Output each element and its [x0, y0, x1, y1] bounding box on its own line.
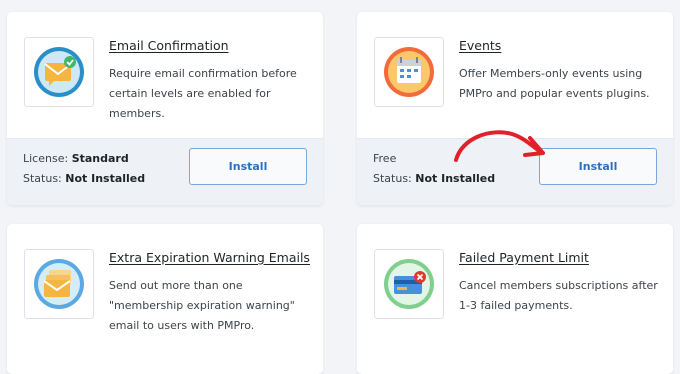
license-line: License: Standard — [23, 149, 145, 169]
calendar-events-icon — [374, 37, 444, 107]
email-confirmation-icon — [24, 37, 94, 107]
card-body: Failed Payment Limit Cancel members subs… — [357, 224, 673, 354]
status-line: Status: Not Installed — [23, 169, 145, 189]
license-value: Free — [373, 152, 397, 165]
install-button[interactable]: Install — [539, 148, 657, 185]
addon-card-events: Events Offer Members-only events using P… — [357, 12, 673, 205]
status-value: Not Installed — [415, 172, 496, 185]
addon-card-email-confirmation: Email Confirmation Require email confirm… — [7, 12, 323, 205]
install-button[interactable]: Install — [189, 148, 307, 185]
stacked-emails-icon — [24, 249, 94, 319]
addon-description: Offer Members-only events using PMPro an… — [459, 67, 650, 100]
addon-description: Require email confirmation before certai… — [109, 67, 297, 120]
addon-title-link[interactable]: Failed Payment Limit — [459, 250, 589, 265]
card-body: Extra Expiration Warning Emails Send out… — [7, 224, 323, 354]
addon-description: Send out more than one "membership expir… — [109, 279, 295, 332]
status-label: Status: — [23, 172, 62, 185]
status-line: Status: Not Installed — [373, 169, 495, 189]
addon-meta: License: Standard Status: Not Installed — [23, 149, 145, 189]
card-footer: License: Standard Status: Not Installed … — [7, 138, 323, 205]
addon-card-extra-expiration-warning-emails: Extra Expiration Warning Emails Send out… — [7, 224, 323, 374]
card-body: Events Offer Members-only events using P… — [357, 12, 673, 142]
addon-title-link[interactable]: Email Confirmation — [109, 38, 229, 53]
card-body: Email Confirmation Require email confirm… — [7, 12, 323, 142]
addon-title-link[interactable]: Events — [459, 38, 501, 53]
addon-title-link[interactable]: Extra Expiration Warning Emails — [109, 250, 310, 265]
status-label: Status: — [373, 172, 412, 185]
addon-card-failed-payment-limit: Failed Payment Limit Cancel members subs… — [357, 224, 673, 374]
status-value: Not Installed — [65, 172, 146, 185]
addon-description: Cancel members subscriptions after 1-3 f… — [459, 279, 658, 312]
annotation-arrow-icon — [454, 130, 545, 162]
failed-payment-card-icon — [374, 249, 444, 319]
license-label: License: — [23, 152, 69, 165]
license-value: Standard — [71, 152, 129, 165]
